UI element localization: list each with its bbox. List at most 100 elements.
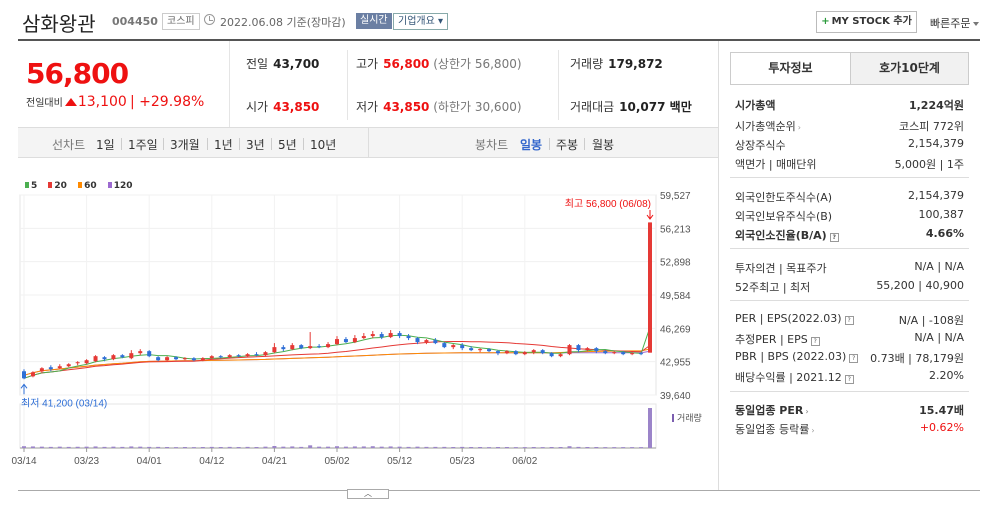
- candle-body: [361, 336, 366, 339]
- row-value: 5,000원 | 1주: [894, 158, 964, 171]
- candle-body: [84, 360, 89, 364]
- candle-body: [540, 350, 545, 354]
- candle-body: [111, 355, 116, 360]
- volume-swatch: [672, 414, 674, 422]
- candle-body: [120, 355, 125, 358]
- candle-body: [469, 348, 474, 351]
- tab-order-book[interactable]: 호가10단계: [850, 53, 968, 84]
- candle-body: [487, 349, 492, 352]
- row-label: 배당수익률 | 2021.12?: [735, 369, 854, 385]
- row-value: N/A | N/A: [914, 260, 964, 273]
- row-label: 동일업종 등락률 ›: [735, 421, 815, 437]
- row-value: 0.73배 | 78,179원: [870, 352, 964, 365]
- candle-body: [567, 345, 572, 355]
- volume-bar: [299, 446, 304, 448]
- volume-bar: [513, 447, 518, 448]
- bottom-divider: [18, 490, 980, 491]
- candle-body: [370, 334, 375, 337]
- candle-body: [433, 340, 438, 344]
- row-label: 외국인한도주식수(A): [735, 191, 833, 204]
- tab-investment-info[interactable]: 투자정보: [731, 53, 850, 84]
- volume-bar: [308, 445, 313, 448]
- candle-body: [290, 345, 295, 350]
- volume-bar: [84, 446, 89, 448]
- info-tabs: 투자정보 호가10단계: [730, 52, 969, 85]
- volume-bar: [522, 447, 527, 448]
- candle-body: [254, 354, 259, 356]
- row-label-text: 추정PER | EPS: [735, 333, 808, 346]
- candle-body: [639, 353, 644, 355]
- row-label: 52주최고 | 최저: [735, 281, 811, 294]
- candle-body: [57, 366, 62, 369]
- x-tick-label: 06/02: [512, 456, 537, 467]
- row-label-text: 시가총액순위: [735, 120, 796, 133]
- candle-body: [272, 347, 277, 353]
- volume-bar: [326, 446, 331, 448]
- chevron-up-icon: ︿: [364, 489, 372, 498]
- candle-body: [227, 355, 232, 358]
- candle-body: [22, 371, 26, 379]
- x-tick-label: 03/14: [11, 456, 36, 467]
- volume-label: 거래량: [672, 411, 702, 424]
- row-value: 2,154,379: [908, 189, 964, 202]
- candle-body: [451, 345, 456, 348]
- volume-bar: [612, 447, 617, 448]
- candle-body: [317, 346, 322, 348]
- candle-body: [406, 336, 411, 339]
- candle-body: [200, 358, 205, 361]
- candle-body: [263, 352, 268, 356]
- candle-body: [174, 357, 179, 360]
- volume-bar: [415, 446, 420, 448]
- volume-bar: [245, 446, 250, 448]
- candle-body: [522, 352, 527, 355]
- candle-body: [594, 348, 599, 352]
- volume-bar: [317, 446, 322, 448]
- volume-bar: [57, 446, 62, 448]
- section-divider: [730, 177, 969, 178]
- volume-bar: [147, 446, 152, 448]
- volume-bar: [218, 446, 223, 448]
- volume-area: [19, 403, 657, 449]
- candle-body: [612, 352, 617, 354]
- candle-body: [352, 338, 357, 343]
- volume-bar: [406, 446, 411, 448]
- volume-bar: [263, 446, 268, 448]
- help-icon[interactable]: ?: [810, 337, 820, 346]
- help-icon[interactable]: ?: [844, 316, 854, 325]
- row-label: PBR | BPS (2022.03)?: [735, 350, 859, 363]
- x-tick-label: 05/12: [387, 456, 412, 467]
- volume-bar: [469, 446, 474, 448]
- row-label-text: PBR | BPS (2022.03): [735, 350, 847, 363]
- y-tick-label: 42,955: [660, 358, 691, 369]
- help-icon[interactable]: ?: [849, 354, 859, 363]
- y-tick-label: 49,584: [660, 291, 691, 302]
- candle-body: [648, 222, 652, 353]
- volume-bar: [200, 446, 205, 448]
- help-icon[interactable]: ?: [829, 233, 839, 242]
- candle-body: [621, 352, 626, 355]
- volume-bar: [111, 446, 116, 448]
- volume-bar: [460, 446, 465, 448]
- row-label: 추정PER | EPS?: [735, 331, 820, 347]
- candle-body: [478, 349, 483, 351]
- candle-body: [504, 351, 509, 354]
- volume-bar: [567, 446, 572, 448]
- candle-body: [299, 345, 304, 349]
- candle-body: [424, 340, 429, 343]
- y-tick-label: 52,898: [660, 258, 691, 269]
- volume-bar: [630, 447, 635, 448]
- candle-body: [576, 345, 581, 351]
- help-icon[interactable]: ?: [844, 375, 854, 384]
- candle-body: [442, 343, 447, 348]
- volume-bar: [504, 446, 509, 448]
- chevron-right-icon: ›: [811, 426, 815, 435]
- volume-bar: [648, 408, 652, 448]
- volume-bar: [639, 447, 644, 448]
- volume-bar: [39, 446, 44, 448]
- x-tick-label: 05/02: [324, 456, 349, 467]
- collapse-button[interactable]: ︿: [347, 489, 389, 499]
- volume-bar: [138, 446, 143, 448]
- volume-bar: [93, 446, 98, 448]
- volume-bar: [156, 446, 161, 448]
- candle-body: [495, 351, 500, 354]
